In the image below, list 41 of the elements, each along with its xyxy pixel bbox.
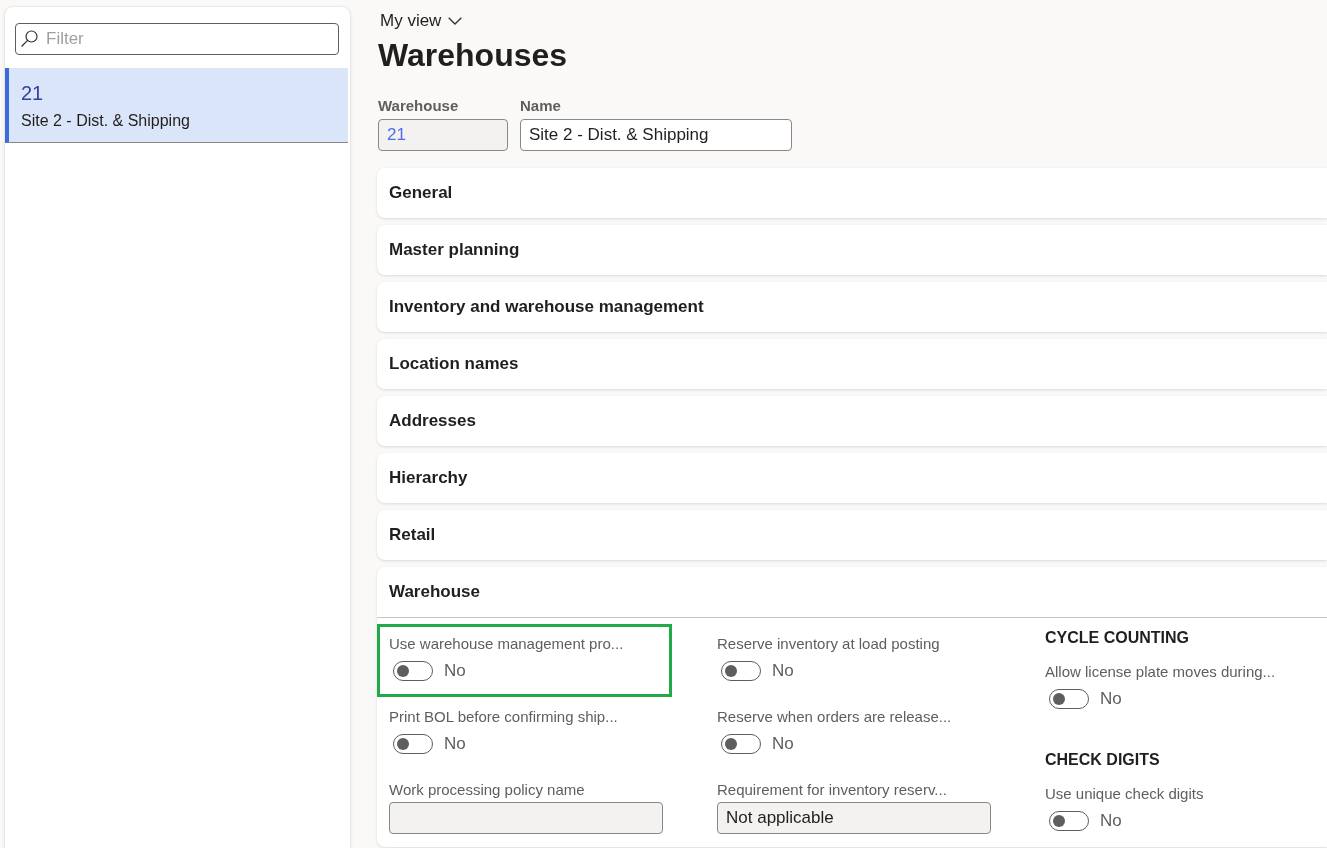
field-label: Use unique check digits [1045,784,1204,803]
page-title: Warehouses [378,36,568,75]
fasttab-header[interactable]: Retail [377,510,1327,560]
warehouse-id-text: 21 [21,82,44,105]
field-label: Requirement for inventory reserv... [717,780,947,799]
field-label: Use warehouse management pro... [389,634,624,653]
fasttab-header[interactable]: Warehouse [377,567,1327,617]
field-label: Reserve when orders are release... [717,707,952,726]
toggle-state-text: No [772,661,794,681]
field-label: Name [520,96,561,115]
toggle-switch[interactable] [1049,811,1089,831]
toggle-switch[interactable] [393,734,433,754]
warehouse-list-item[interactable]: 21 Site 2 - Dist. & Shipping [5,68,348,143]
toggle-switch[interactable] [1049,689,1089,709]
toggle-switch[interactable] [721,734,761,754]
filter-field[interactable]: Filter [15,23,339,55]
toggle-state-text: No [1100,811,1122,831]
toggle-switch[interactable] [393,661,433,681]
caret-icon [448,17,463,25]
section-heading: CYCLE COUNTING [1044,628,1190,647]
field-label: Allow license plate moves during... [1045,662,1276,681]
field-label: Warehouse [378,96,459,115]
toggle-state-text: No [444,661,466,681]
toggle-switch[interactable] [721,661,761,681]
fasttab-header[interactable]: General [377,168,1327,218]
field-label: Work processing policy name [389,780,585,799]
section-heading: CHECK DIGITS [1044,750,1161,769]
field-label: Reserve inventory at load posting [717,634,940,653]
view-selector[interactable]: My view [380,10,463,32]
warehouse-name-text: Site 2 - Dist. & Shipping [21,111,190,130]
fasttab-header[interactable]: Addresses [377,396,1327,446]
fasttab-header[interactable]: Master planning [377,225,1327,275]
field-label: Print BOL before confirming ship... [389,707,618,726]
fasttab-header[interactable]: Inventory and warehouse management [377,282,1327,332]
search-icon [21,30,38,47]
toggle-state-text: No [1100,689,1122,709]
fasttab-header[interactable]: Hierarchy [377,453,1327,503]
input-field[interactable]: Site 2 - Dist. & Shipping [520,119,792,151]
toggle-state-text: No [444,734,466,754]
fasttab-header[interactable]: Location names [377,339,1327,389]
toggle-state-text: No [772,734,794,754]
